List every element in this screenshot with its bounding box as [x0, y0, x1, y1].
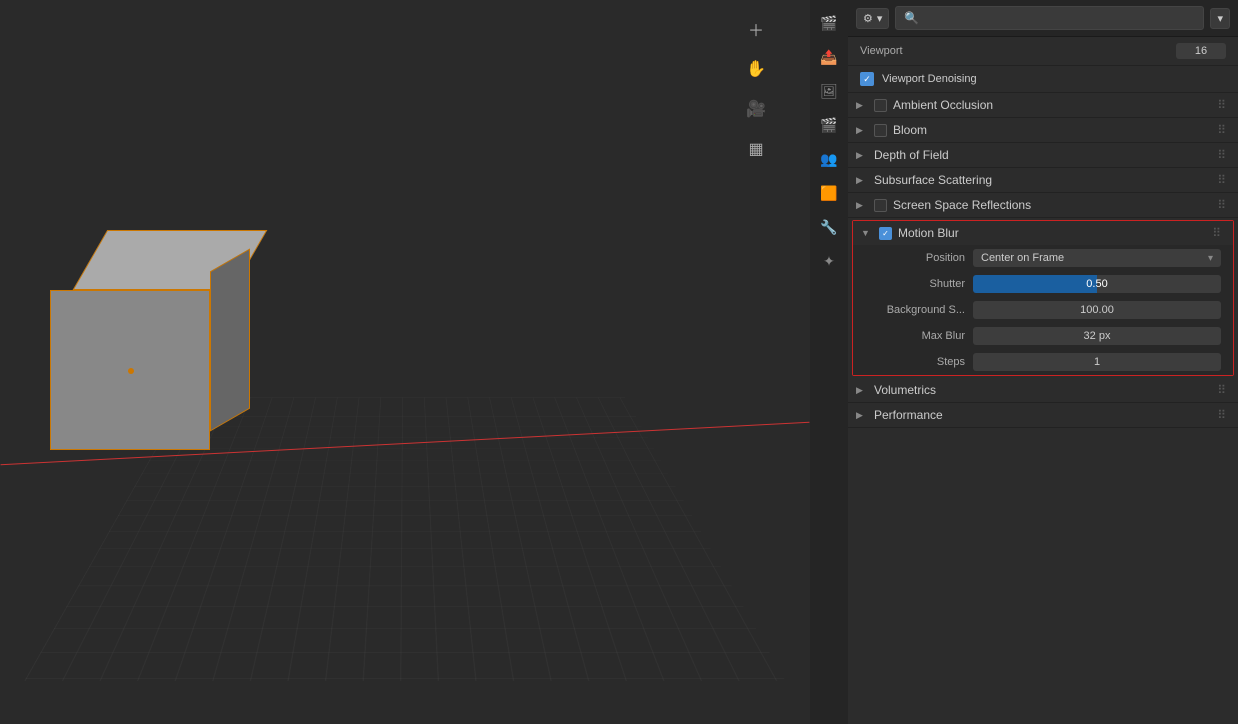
position-dropdown[interactable]: Center on Frame ▾: [973, 249, 1221, 267]
shutter-value[interactable]: 0.50: [973, 275, 1221, 293]
hand-icon[interactable]: ✋: [742, 55, 770, 83]
search-icon: 🔍: [904, 11, 919, 25]
shutter-field-row: Shutter 0.50: [853, 271, 1233, 297]
depth-of-field-section[interactable]: ▶ Depth of Field ⠿: [848, 143, 1238, 168]
performance-section[interactable]: ▶ Performance ⠿: [848, 403, 1238, 428]
motion-blur-label: Motion Blur: [898, 226, 1206, 240]
volumetrics-label: Volumetrics: [874, 383, 1211, 397]
max-blur-label: Max Blur: [865, 330, 965, 342]
ssr-drag: ⠿: [1217, 198, 1226, 212]
bloom-arrow: ▶: [856, 125, 868, 136]
motion-blur-header[interactable]: ▼ ✓ Motion Blur ⠿: [853, 221, 1233, 245]
ambient-occlusion-arrow: ▶: [856, 100, 868, 111]
steps-label: Steps: [865, 356, 965, 368]
props-menu-button[interactable]: ▾: [1210, 8, 1230, 29]
3d-cube: [50, 230, 270, 460]
cube-front-face: [50, 290, 210, 450]
subsurface-scattering-section[interactable]: ▶ Subsurface Scattering ⠿: [848, 168, 1238, 193]
screen-space-reflections-section[interactable]: ▶ Screen Space Reflections ⠿: [848, 193, 1238, 218]
viewport-denoising-row: ✓ Viewport Denoising: [848, 66, 1238, 93]
motion-blur-drag: ⠿: [1212, 226, 1221, 240]
object-properties-icon[interactable]: 🟧: [814, 178, 844, 208]
viewport-area: ＋ ✋ 🎥 ▦: [0, 0, 810, 724]
bg-scale-field-row: Background S... 100.00: [853, 297, 1233, 323]
ambient-occlusion-checkbox[interactable]: [874, 99, 887, 112]
bloom-checkbox[interactable]: [874, 124, 887, 137]
grid-icon[interactable]: ▦: [742, 135, 770, 163]
subsurface-scattering-drag: ⠿: [1217, 173, 1226, 187]
ambient-occlusion-section[interactable]: ▶ Ambient Occlusion ⠿: [848, 93, 1238, 118]
volumetrics-section[interactable]: ▶ Volumetrics ⠿: [848, 378, 1238, 403]
position-label: Position: [865, 252, 965, 264]
right-panel: 🎬 📤 🖼 🎬 👥 🟧 🔧 ✦ ⚙ ▾ 🔍 ▾ Viewport 16: [810, 0, 1238, 724]
performance-label: Performance: [874, 408, 1211, 422]
cube-side-face: [210, 248, 250, 431]
max-blur-value[interactable]: 32 px: [973, 327, 1221, 345]
modifier-properties-icon[interactable]: 🔧: [814, 212, 844, 242]
properties-topbar: ⚙ ▾ 🔍 ▾: [848, 0, 1238, 37]
position-dropdown-arrow: ▾: [1208, 253, 1213, 264]
ambient-occlusion-drag: ⠿: [1217, 98, 1226, 112]
bg-scale-value[interactable]: 100.00: [973, 301, 1221, 319]
bloom-section[interactable]: ▶ Bloom ⠿: [848, 118, 1238, 143]
output-properties-icon[interactable]: 📤: [814, 42, 844, 72]
steps-value[interactable]: 1: [973, 353, 1221, 371]
volumetrics-arrow: ▶: [856, 385, 868, 396]
motion-blur-checkbox[interactable]: ✓: [879, 227, 892, 240]
bg-scale-label: Background S...: [865, 304, 965, 316]
bloom-label: Bloom: [893, 123, 1211, 137]
subsurface-scattering-label: Subsurface Scattering: [874, 173, 1211, 187]
motion-blur-arrow: ▼: [861, 228, 873, 238]
ssr-label: Screen Space Reflections: [893, 198, 1211, 212]
max-blur-field-row: Max Blur 32 px: [853, 323, 1233, 349]
particles-icon[interactable]: ✦: [814, 246, 844, 276]
denoising-checkbox[interactable]: ✓: [860, 72, 874, 86]
world-properties-icon[interactable]: 👥: [814, 144, 844, 174]
volumetrics-drag: ⠿: [1217, 383, 1226, 397]
shutter-label: Shutter: [865, 278, 965, 290]
ambient-occlusion-label: Ambient Occlusion: [893, 98, 1211, 112]
ssr-checkbox[interactable]: [874, 199, 887, 212]
motion-blur-expanded-section: ▼ ✓ Motion Blur ⠿ Position Center on Fra…: [852, 220, 1234, 376]
depth-of-field-label: Depth of Field: [874, 148, 1211, 162]
depth-of-field-drag: ⠿: [1217, 148, 1226, 162]
render-properties-icon[interactable]: 🎬: [814, 8, 844, 38]
steps-field-row: Steps 1: [853, 349, 1233, 375]
search-bar[interactable]: 🔍: [895, 6, 1204, 30]
performance-drag: ⠿: [1217, 408, 1226, 422]
denoising-label: Viewport Denoising: [882, 73, 1226, 85]
viewport-value[interactable]: 16: [1176, 43, 1226, 59]
scene-properties-icon[interactable]: 🎬: [814, 110, 844, 140]
depth-of-field-arrow: ▶: [856, 150, 868, 161]
position-field-row: Position Center on Frame ▾: [853, 245, 1233, 271]
camera-icon[interactable]: 🎥: [742, 95, 770, 123]
subsurface-scattering-arrow: ▶: [856, 175, 868, 186]
viewport-toolbar: ＋ ✋ 🎥 ▦: [742, 15, 770, 163]
cube-origin-dot: [128, 368, 134, 374]
props-type-arrow: ▾: [877, 12, 883, 25]
props-type-icon: ⚙: [863, 12, 873, 25]
view-layer-icon[interactable]: 🖼: [814, 76, 844, 106]
side-icon-bar: 🎬 📤 🖼 🎬 👥 🟧 🔧 ✦: [810, 0, 848, 724]
viewport-samples-row: Viewport 16: [848, 37, 1238, 66]
ssr-arrow: ▶: [856, 200, 868, 211]
performance-arrow: ▶: [856, 410, 868, 421]
viewport-label: Viewport: [860, 45, 1168, 57]
zoom-in-icon[interactable]: ＋: [742, 15, 770, 43]
position-value: Center on Frame: [981, 252, 1064, 264]
properties-panel: ⚙ ▾ 🔍 ▾ Viewport 16 ✓ Viewport Denoising…: [848, 0, 1238, 724]
props-type-dropdown[interactable]: ⚙ ▾: [856, 8, 889, 29]
bloom-drag: ⠿: [1217, 123, 1226, 137]
